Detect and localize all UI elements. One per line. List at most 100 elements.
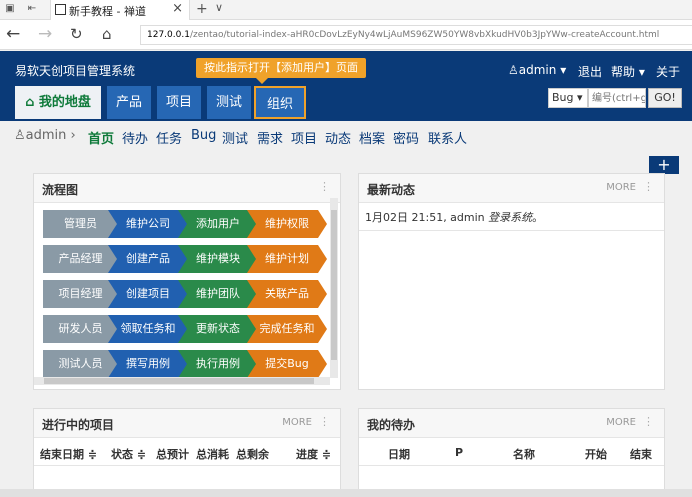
more-options-icon[interactable]: ⋮: [643, 415, 654, 428]
page-icon: [55, 4, 66, 15]
flow-step[interactable]: 更新状态: [178, 315, 258, 343]
tutorial-tooltip: 按此指示打开【添加用户】页面: [196, 58, 366, 84]
col-priority: P: [455, 446, 464, 459]
flow-step[interactable]: 研发人员: [43, 315, 118, 343]
nav-organization[interactable]: 组织: [254, 86, 306, 119]
search-type-select[interactable]: Bug ▾: [548, 88, 588, 108]
brand-title: 易软天创项目管理系统: [15, 64, 136, 78]
flow-step[interactable]: 产品经理: [43, 245, 118, 273]
subnav-test[interactable]: 测试: [222, 128, 248, 147]
subnav-todo[interactable]: 待办: [122, 128, 148, 147]
divider: [359, 465, 664, 466]
forward-icon[interactable]: →: [38, 24, 52, 44]
more-link[interactable]: MORE: [282, 417, 312, 428]
search-go-button[interactable]: GO!: [648, 88, 682, 108]
search-input[interactable]: [588, 88, 646, 108]
user-icon: ♙: [14, 128, 26, 143]
panel-title: 流程图: [42, 183, 79, 197]
flow-step[interactable]: 维护权限: [247, 210, 327, 238]
subnav-task[interactable]: 任务: [156, 128, 182, 147]
subnav-home[interactable]: 首页: [88, 128, 114, 147]
flow-step[interactable]: 执行用例: [178, 350, 258, 378]
subnav-profile[interactable]: 档案: [359, 128, 385, 147]
col-end: 结束: [630, 448, 652, 461]
back-icon[interactable]: ←: [6, 24, 20, 44]
dynamic-action-link[interactable]: 登录系统: [488, 211, 532, 224]
col-date: 日期: [388, 448, 410, 461]
user-icon: ♙: [508, 63, 519, 77]
subnav-project[interactable]: 项目: [291, 128, 317, 147]
home-icon[interactable]: ⌂: [102, 24, 112, 44]
user-menu[interactable]: ♙admin ▾: [508, 63, 566, 77]
nav-test[interactable]: 测试: [207, 86, 251, 119]
panel-title: 进行中的项目: [42, 418, 115, 432]
nav-product[interactable]: 产品: [107, 86, 151, 119]
flow-step[interactable]: 维护公司: [108, 210, 188, 238]
panel-header: 流程图 ⋮: [34, 174, 340, 203]
col-end-date[interactable]: 结束日期 ≑: [40, 446, 97, 462]
dynamic-entry: 1月02日 21:51, admin 登录系统。: [365, 211, 544, 224]
tab-actions-icon[interactable]: ▣: [4, 3, 16, 15]
panel-title: 最新动态: [367, 183, 416, 197]
col-begin: 开始: [585, 448, 607, 461]
flow-step[interactable]: 维护计划: [247, 245, 327, 273]
flow-step[interactable]: 完成任务和: [247, 315, 327, 343]
flow-step[interactable]: 撰写用例: [108, 350, 188, 378]
logout-link[interactable]: 退出: [578, 63, 602, 80]
more-options-icon[interactable]: ⋮: [319, 415, 330, 428]
col-name: 名称: [513, 448, 535, 461]
subnav-story[interactable]: 需求: [257, 128, 283, 147]
nav-project[interactable]: 项目: [157, 86, 201, 119]
app-header: 易软天创项目管理系统 按此指示打开【添加用户】页面 ♙admin ▾ 退出 帮助…: [0, 51, 692, 121]
dynamic-panel: 最新动态 MORE ⋮ 1月02日 21:51, admin 登录系统。: [358, 173, 665, 390]
subnav-password[interactable]: 密码: [393, 128, 419, 147]
help-menu[interactable]: 帮助 ▾: [611, 63, 645, 80]
tab-title: 新手教程 - 禅道: [69, 5, 146, 18]
more-options-icon[interactable]: ⋮: [643, 180, 654, 193]
more-options-icon[interactable]: ⋮: [319, 180, 330, 193]
browser-navbar: ← → ↻ ⌂ 127.0.0.1/zentao/tutorial-index-…: [0, 20, 692, 50]
close-icon[interactable]: ×: [172, 1, 183, 16]
col-consumed: 总消耗: [196, 448, 229, 461]
add-block-button[interactable]: +: [649, 156, 679, 174]
flow-step[interactable]: 提交Bug: [247, 350, 327, 378]
divider: [359, 230, 664, 231]
vertical-scrollbar[interactable]: [330, 198, 338, 378]
bottom-bar: [0, 489, 692, 497]
subnav-contacts[interactable]: 联系人: [428, 128, 467, 147]
horizontal-scrollbar[interactable]: [34, 377, 330, 385]
col-status[interactable]: 状态 ≑: [111, 446, 146, 462]
subnav-bug[interactable]: Bug: [191, 128, 216, 143]
browser-tab[interactable]: 新手教程 - 禅道 ×: [50, 0, 190, 20]
address-bar[interactable]: 127.0.0.1/zentao/tutorial-index-aHR0cDov…: [140, 25, 692, 45]
breadcrumb-user[interactable]: ♙admin ›: [14, 128, 76, 143]
refresh-icon[interactable]: ↻: [70, 24, 83, 44]
flow-step[interactable]: 维护团队: [178, 280, 258, 308]
flow-step[interactable]: 测试人员: [43, 350, 118, 378]
more-link[interactable]: MORE: [606, 417, 636, 428]
col-left: 总剩余: [236, 448, 269, 461]
more-link[interactable]: MORE: [606, 182, 636, 193]
nav-my[interactable]: ⌂ 我的地盘: [15, 86, 101, 119]
chevron-down-icon[interactable]: ∨: [215, 1, 223, 14]
flow-step[interactable]: 领取任务和: [108, 315, 188, 343]
flow-step[interactable]: 关联产品: [247, 280, 327, 308]
flow-step[interactable]: 项目经理: [43, 280, 118, 308]
flow-step[interactable]: 创建项目: [108, 280, 188, 308]
col-progress[interactable]: 进度 ≑: [296, 446, 331, 462]
about-link[interactable]: 关于: [656, 63, 680, 80]
divider: [34, 465, 340, 466]
col-estimate: 总预计: [156, 448, 189, 461]
flow-step[interactable]: 添加用户: [178, 210, 258, 238]
flow-step[interactable]: 创建产品: [108, 245, 188, 273]
panel-header: 进行中的项目 MORE ⋮: [34, 409, 340, 438]
browser-tab-bar: ▣ ⇤ 新手教程 - 禅道 × + ∨: [0, 0, 692, 20]
sub-nav: ♙admin › 首页 待办 任务 Bug 测试 需求 项目 动态 档案 密码 …: [0, 121, 692, 151]
flow-step[interactable]: 维护模块: [178, 245, 258, 273]
new-tab-icon[interactable]: +: [196, 1, 208, 17]
flow-step[interactable]: 管理员: [43, 210, 118, 238]
panel-header: 最新动态 MORE ⋮: [359, 174, 664, 203]
subnav-dynamic[interactable]: 动态: [325, 128, 351, 147]
panel-title: 我的待办: [367, 418, 416, 432]
set-tabs-aside-icon[interactable]: ⇤: [26, 3, 38, 15]
